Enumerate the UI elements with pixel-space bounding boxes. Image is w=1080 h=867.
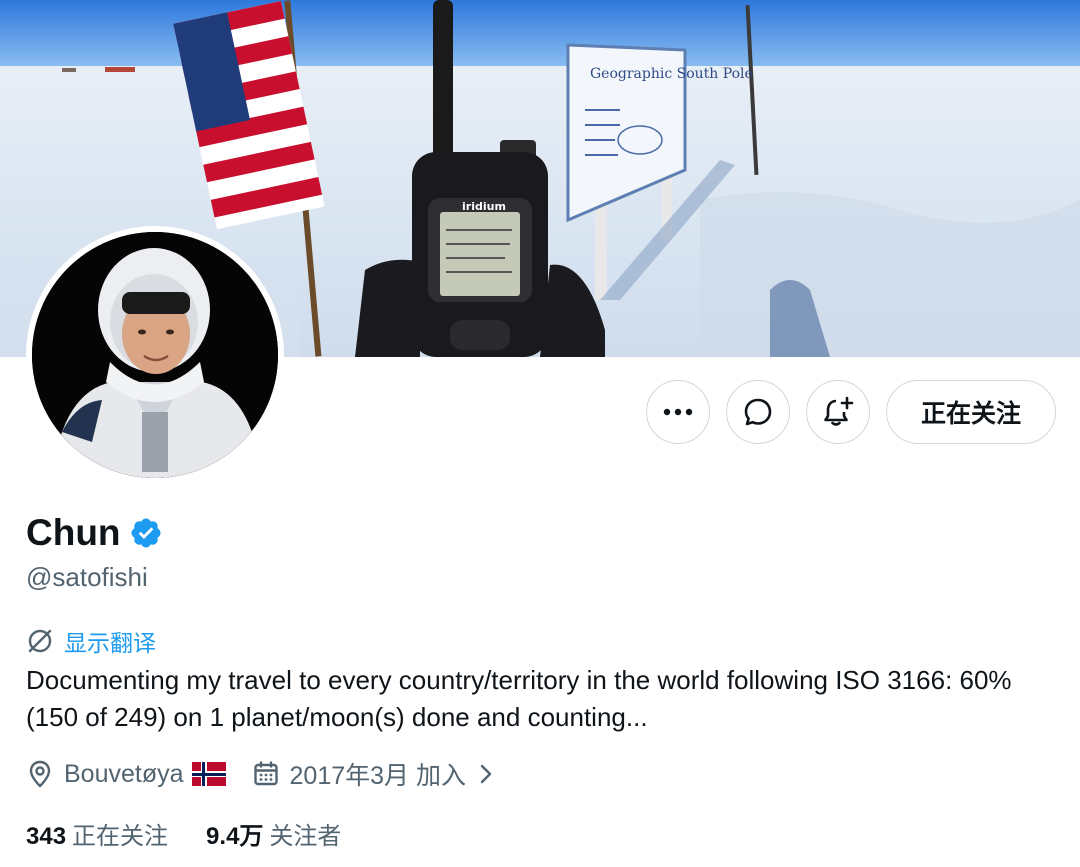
display-name-row: Chun [26,512,163,554]
user-handle: @satofishi [26,562,148,592]
profile-avatar[interactable] [26,226,284,484]
message-icon [744,398,772,426]
norway-flag-icon [191,762,226,786]
following-button[interactable]: 正在关注 [886,380,1056,444]
verified-badge-icon[interactable] [129,516,163,550]
sign-text: Geographic South Pole [590,66,753,82]
message-button[interactable] [726,380,790,444]
follow-stats: 343 正在关注 9.4万 关注者 [26,816,379,851]
profile-meta: Bouvetøya 2017年3月 加入 [26,756,532,792]
followers-count: 9.4万 [206,823,264,850]
following-label: 正在关注 [72,823,169,850]
following-stat[interactable]: 343 正在关注 [26,816,168,851]
followers-label: 关注者 [269,823,342,850]
chevron-right-icon [480,764,492,784]
device-brand: iridium [462,200,506,213]
show-translation-link[interactable]: 显示翻译 [26,624,156,658]
followers-stat[interactable]: 9.4万 关注者 [206,816,341,851]
join-date[interactable]: 2017年3月 加入 [252,756,506,792]
following-count: 343 [26,823,67,850]
show-translation-label: 显示翻译 [64,630,156,656]
display-name: Chun [26,512,121,553]
calendar-icon [253,761,278,786]
location-pin-icon [29,760,51,788]
more-icon [663,408,693,416]
more-button[interactable] [646,380,710,444]
translate-icon [28,629,52,653]
location: Bouvetøya [26,759,226,789]
avatar-image [32,232,278,478]
join-date-text: 2017年3月 加入 [289,762,466,790]
location-text: Bouvetøya [64,759,184,788]
notifications-button[interactable] [806,380,870,444]
notification-plus-icon [824,396,854,426]
profile-bio: Documenting my travel to every country/t… [26,665,1012,732]
